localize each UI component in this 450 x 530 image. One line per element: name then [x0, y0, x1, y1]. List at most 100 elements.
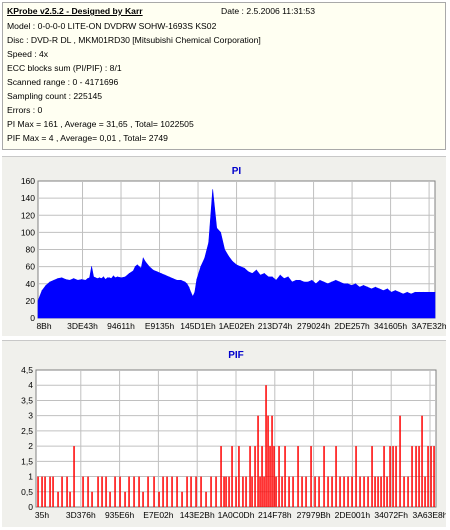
pif-bar [52, 476, 54, 507]
pi-data-point [103, 276, 104, 278]
pif-bar [133, 476, 135, 507]
pi-data-point [355, 283, 356, 285]
pi-data-point [109, 277, 110, 279]
pi-data-point [371, 288, 372, 290]
pif-bar [166, 476, 168, 507]
pi-data-point [69, 279, 71, 281]
pi-data-point [323, 281, 325, 283]
pif-y-tick-label: 4,5 [21, 365, 33, 375]
pif-chart: PIF 0 0,5 1 1,5 2 2,5 3 3,5 4 4,5 35h 3D376h 935E6h E7… [21, 350, 448, 520]
pif-bar [225, 476, 227, 507]
pi-data-point [418, 291, 420, 293]
pif-bar [91, 491, 93, 507]
pi-data-point [315, 283, 317, 285]
pif-x-tick-label: 34072Fh [374, 510, 408, 520]
pif-y-tick-label: 0,5 [21, 487, 33, 497]
pif-bar [254, 446, 256, 507]
pi-data-point [97, 278, 98, 279]
pif-bar [433, 446, 435, 507]
pif-bar [235, 476, 237, 507]
pi-data-point [387, 288, 388, 290]
pi-data-point [275, 279, 277, 281]
pi-data-point [140, 267, 142, 269]
pi-data-point [186, 283, 188, 285]
pi-x-tick-label: 3DE43h [67, 321, 98, 331]
pi-x-tick-label: 279024h [297, 321, 330, 331]
pif-bar [105, 476, 107, 507]
pi-data-point [259, 274, 261, 276]
pif-bar [331, 476, 333, 507]
pif-bar [347, 476, 349, 507]
pi-data-point [299, 279, 301, 281]
pi-data-point [216, 227, 218, 229]
pi-data-point [136, 264, 138, 266]
pi-data-point [61, 277, 63, 279]
pif-bar [109, 491, 111, 507]
pif-x-tick-label: 143E2Bh [180, 510, 215, 520]
pif-bar [49, 476, 51, 507]
pif-bar [411, 446, 413, 507]
pi-data-point [327, 283, 329, 285]
pif-bar [245, 476, 247, 507]
pi-x-tick-label: 145D1Eh [180, 321, 216, 331]
pi-y-tick-label: 120 [21, 210, 35, 220]
pif-bar [418, 446, 420, 507]
pif-x-tick-label: 35h [35, 510, 49, 520]
pi-data-point [398, 291, 400, 293]
pi-y-tick-label: 140 [21, 193, 35, 203]
info-model: Model : 0-0-0-0 LITE-ON DVDRW SOHW-1693S… [7, 21, 217, 31]
pif-x-tick-label: 1A0C0Dh [218, 510, 255, 520]
pi-data-point [402, 293, 404, 295]
pif-bar [37, 476, 39, 507]
pif-x-tick-label: 2DE001h [335, 510, 371, 520]
scan-date: Date : 2.5.2006 11:31:53 [221, 6, 315, 16]
pi-chart-panel: PI 0 20 40 60 80 100 120 140 160 8Bh 3DE43h 94611h E9… [2, 156, 447, 336]
pif-y-tick-label: 0 [28, 502, 33, 512]
pi-chart: PI 0 20 40 60 80 100 120 140 160 8Bh 3DE43h 94611h E9… [21, 166, 447, 331]
pi-y-tick-label: 40 [26, 279, 36, 289]
pi-y-tick-label: 60 [26, 262, 36, 272]
pif-bar [292, 476, 294, 507]
pi-data-point [87, 278, 88, 279]
pif-bar [223, 476, 225, 507]
pif-bar [323, 446, 325, 507]
pif-bar [355, 446, 357, 507]
pi-data-point [406, 291, 408, 293]
pi-data-point [339, 281, 341, 283]
pi-data-point [390, 291, 392, 293]
pi-data-point [188, 286, 190, 288]
pi-y-tick-label: 0 [30, 313, 35, 323]
pif-bar [181, 491, 183, 507]
pif-bar [263, 476, 265, 507]
pi-data-point [263, 273, 265, 274]
pi-x-tick-label: 213D74h [258, 321, 293, 331]
pif-bar [210, 476, 212, 507]
pif-bar [269, 446, 271, 507]
pif-bar [380, 476, 382, 507]
pif-bar [200, 476, 202, 507]
pi-data-point [113, 275, 114, 277]
pi-data-point [248, 271, 249, 273]
pif-x-tick-label: 3D376h [66, 510, 96, 520]
pif-bar [427, 446, 429, 507]
pif-bar [190, 476, 192, 507]
pif-bar [205, 491, 207, 507]
pi-x-tick-label: 8Bh [36, 321, 51, 331]
pif-y-tick-label: 3 [28, 411, 33, 421]
pi-data-point [367, 286, 368, 288]
pif-bar [271, 415, 273, 507]
pif-y-tick-label: 2,5 [21, 426, 33, 436]
pif-bar [228, 476, 230, 507]
info-sampling: Sampling count : 225145 [7, 91, 103, 101]
pi-x-tick-label: 94611h [107, 321, 135, 331]
pif-bar [386, 476, 388, 507]
pif-bar [278, 446, 280, 507]
pi-data-point [307, 281, 309, 283]
pif-x-tick-label: 214F78h [258, 510, 292, 520]
pif-bar [305, 476, 307, 507]
pi-y-tick-label: 100 [21, 227, 35, 237]
pi-data-point [65, 279, 67, 280]
pif-bar [195, 476, 197, 507]
pi-data-point [244, 267, 245, 269]
pi-data-point [383, 290, 384, 291]
